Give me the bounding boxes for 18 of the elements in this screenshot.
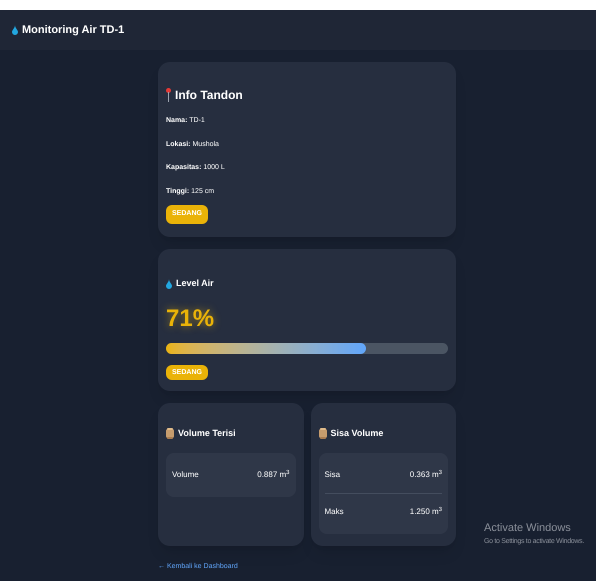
card-title: Level Air <box>176 277 214 290</box>
pushpin-icon <box>166 88 171 102</box>
level-percent: 71% <box>166 306 216 330</box>
row-value: 0.887 m$^{3}$ <box>257 468 290 480</box>
row-label: Sisa <box>324 468 340 480</box>
card-title: Sisa Volume <box>330 427 384 440</box>
barrel-icon <box>166 428 174 440</box>
row-value: 1.250 m$^{3}$ <box>410 506 442 518</box>
water-drop-icon <box>12 25 18 35</box>
card-title: Info Tandon <box>175 87 243 104</box>
row-value: 0.363 m$^{3}$ <box>410 468 442 480</box>
card-title: Volume Terisi <box>178 427 236 440</box>
barrel-icon <box>318 428 326 440</box>
activation-title: Activate Windows <box>484 521 572 536</box>
row-label: Volume <box>172 468 199 480</box>
row-label: Maks <box>324 506 344 518</box>
page-title: Monitoring Air TD-1 <box>22 22 124 38</box>
water-drop-icon <box>166 278 172 289</box>
